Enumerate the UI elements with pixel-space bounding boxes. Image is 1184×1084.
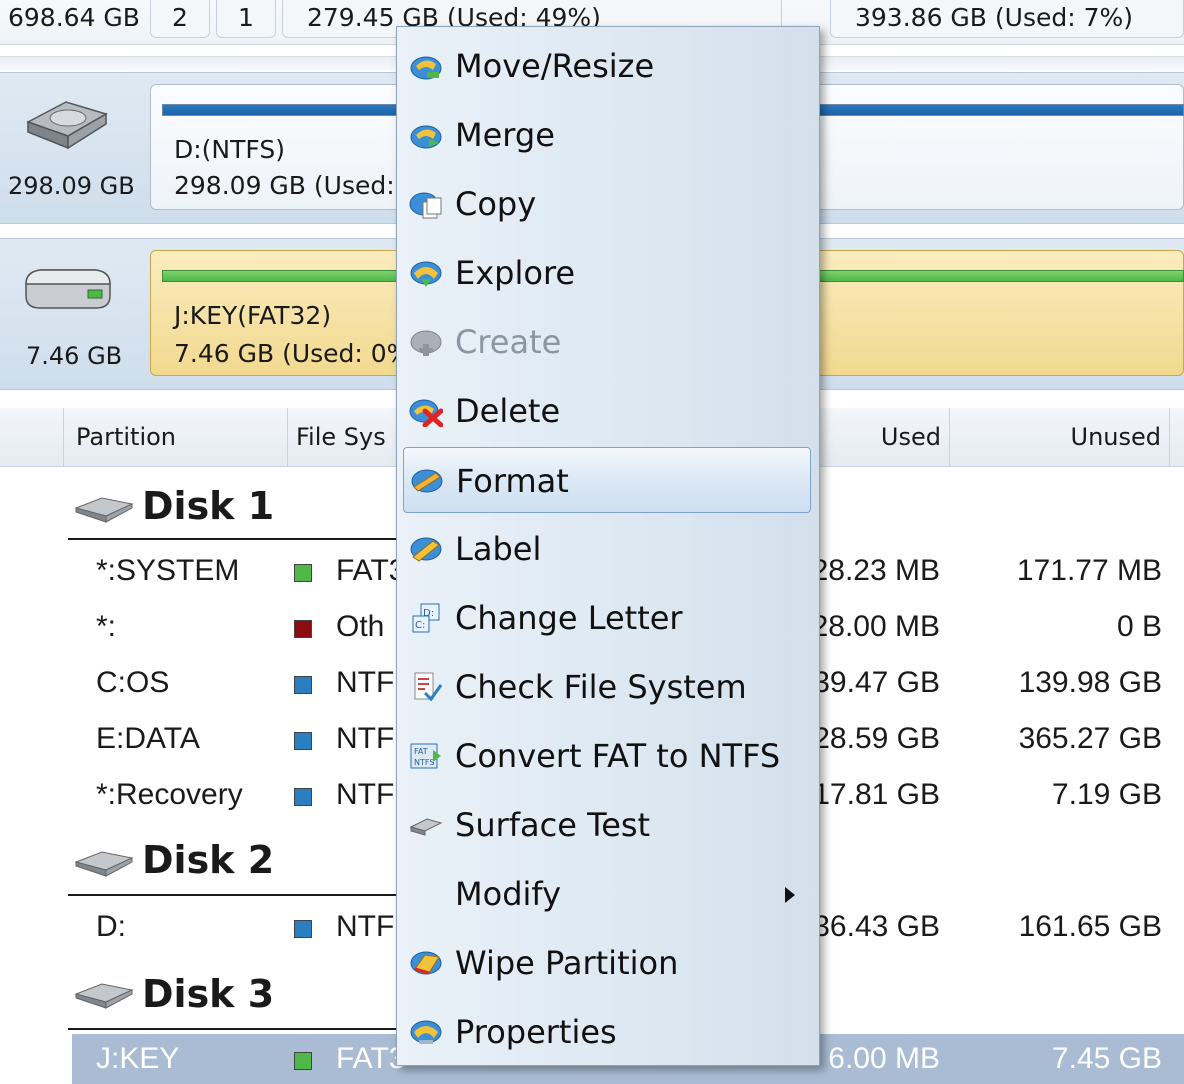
disk1-partition-cell[interactable]: 393.86 GB (Used: 7%) (830, 0, 1184, 38)
disk-title[interactable]: Disk 1 (142, 484, 274, 528)
disk-divider (68, 538, 408, 540)
partition-name-cell[interactable]: *:SYSTEM (96, 554, 239, 588)
copy-icon (409, 192, 442, 219)
menu-item-properties[interactable]: Properties (403, 999, 811, 1065)
create-icon (410, 330, 442, 356)
partition-name-cell[interactable]: *:Recovery (96, 778, 243, 812)
fs-color-swatch (294, 788, 312, 806)
partition-name-cell[interactable]: C:OS (96, 666, 169, 700)
move-resize-icon (410, 56, 442, 80)
svg-text:FAT: FAT (414, 747, 428, 756)
disk-icon (74, 497, 134, 523)
menu-item-surface-test[interactable]: Surface Test (403, 792, 811, 858)
fs-color-swatch (294, 564, 312, 582)
svg-text:C:: C: (415, 620, 425, 631)
column-header-file-system[interactable]: File Sys (288, 408, 408, 466)
partition-name-cell[interactable]: *: (96, 610, 116, 644)
partition-name-cell[interactable]: E:DATA (96, 722, 200, 756)
merge-icon (410, 125, 442, 149)
unused-cell: 365.27 GB (1018, 722, 1162, 755)
unused-cell: 7.19 GB (1051, 778, 1162, 811)
column-spacer (0, 408, 64, 466)
partition-name-cell[interactable]: J:KEY (96, 1042, 179, 1076)
usb-disk-icon (25, 269, 111, 309)
disk1-partition-cell[interactable]: 1 (216, 0, 276, 38)
menu-item-copy[interactable]: Copy (403, 171, 811, 237)
disk-icon (74, 851, 134, 877)
svg-text:NTFS: NTFS (414, 758, 434, 767)
convert-fat-ntfs-icon: FAT NTFS (410, 743, 441, 769)
column-header-used[interactable]: Used (820, 408, 950, 466)
partition-context-menu: Move/Resize Merge Copy Explore Create De… (396, 26, 820, 1066)
disk3-size: 7.46 GB (26, 342, 123, 370)
column-header-unused[interactable]: Unused (950, 408, 1170, 466)
change-letter-icon: D:C: (412, 603, 440, 633)
delete-icon (409, 399, 443, 427)
column-header-partition[interactable]: Partition (64, 408, 288, 466)
menu-item-create[interactable]: Create (403, 309, 811, 375)
menu-item-merge[interactable]: Merge (403, 102, 811, 168)
partition-name-cell[interactable]: D: (96, 910, 126, 944)
submenu-arrow-icon (785, 887, 795, 903)
file-system-cell: NTF (336, 666, 395, 699)
hard-disk-icon (26, 101, 108, 150)
svg-text:D:: D: (423, 608, 434, 619)
disk2-size: 298.09 GB (8, 172, 135, 200)
check-file-system-icon (414, 672, 443, 702)
fs-color-swatch (294, 1052, 312, 1070)
wipe-partition-icon (410, 951, 442, 975)
fs-color-swatch (294, 676, 312, 694)
surface-test-icon (409, 818, 443, 836)
fs-color-swatch (294, 732, 312, 750)
fs-color-swatch (294, 620, 312, 638)
file-system-cell: NTF (336, 722, 395, 755)
label-icon (410, 537, 442, 562)
partition-usage: 7.46 GB (Used: 0% (174, 339, 411, 368)
menu-item-delete[interactable]: Delete (403, 378, 811, 444)
menu-item-label[interactable]: Label (403, 516, 811, 582)
partition-usage: 298.09 GB (Used: (174, 171, 395, 200)
menu-item-change-letter[interactable]: D: C: Change Letter (403, 585, 811, 651)
format-icon (411, 469, 443, 493)
file-system-cell: NTF (336, 778, 395, 811)
properties-icon (410, 1020, 442, 1044)
unused-cell: 139.98 GB (1018, 666, 1162, 699)
menu-item-check-file-system[interactable]: Check File System (403, 654, 811, 720)
explore-icon (410, 261, 442, 287)
disk1-capacity: 698.64 GB (8, 3, 140, 32)
partition-name: D:(NTFS) (174, 135, 285, 164)
disk-title[interactable]: Disk 3 (142, 972, 274, 1016)
disk-icon (74, 983, 134, 1009)
fs-color-swatch (294, 920, 312, 938)
unused-cell: 171.77 MB (1016, 554, 1162, 587)
partition-name: J:KEY(FAT32) (174, 301, 332, 330)
disk1-partition-cell[interactable]: 2 (150, 0, 210, 38)
menu-item-modify[interactable]: Modify (403, 861, 811, 927)
file-system-cell: NTF (336, 910, 395, 943)
file-system-cell: Oth (336, 610, 385, 643)
disk-divider (68, 894, 408, 896)
menu-item-move-resize[interactable]: Move/Resize (403, 33, 811, 99)
menu-item-explore[interactable]: Explore (403, 240, 811, 306)
unused-cell: 0 B (1116, 610, 1162, 643)
menu-item-format[interactable]: Format (403, 447, 811, 513)
unused-cell: 7.45 GB (1051, 1042, 1162, 1075)
disk-divider (68, 1028, 408, 1030)
menu-item-wipe-partition[interactable]: Wipe Partition (403, 930, 811, 996)
disk-title[interactable]: Disk 2 (142, 838, 274, 882)
unused-cell: 161.65 GB (1018, 910, 1162, 943)
menu-item-convert-fat-ntfs[interactable]: FAT NTFS Convert FAT to NTFS (403, 723, 811, 789)
